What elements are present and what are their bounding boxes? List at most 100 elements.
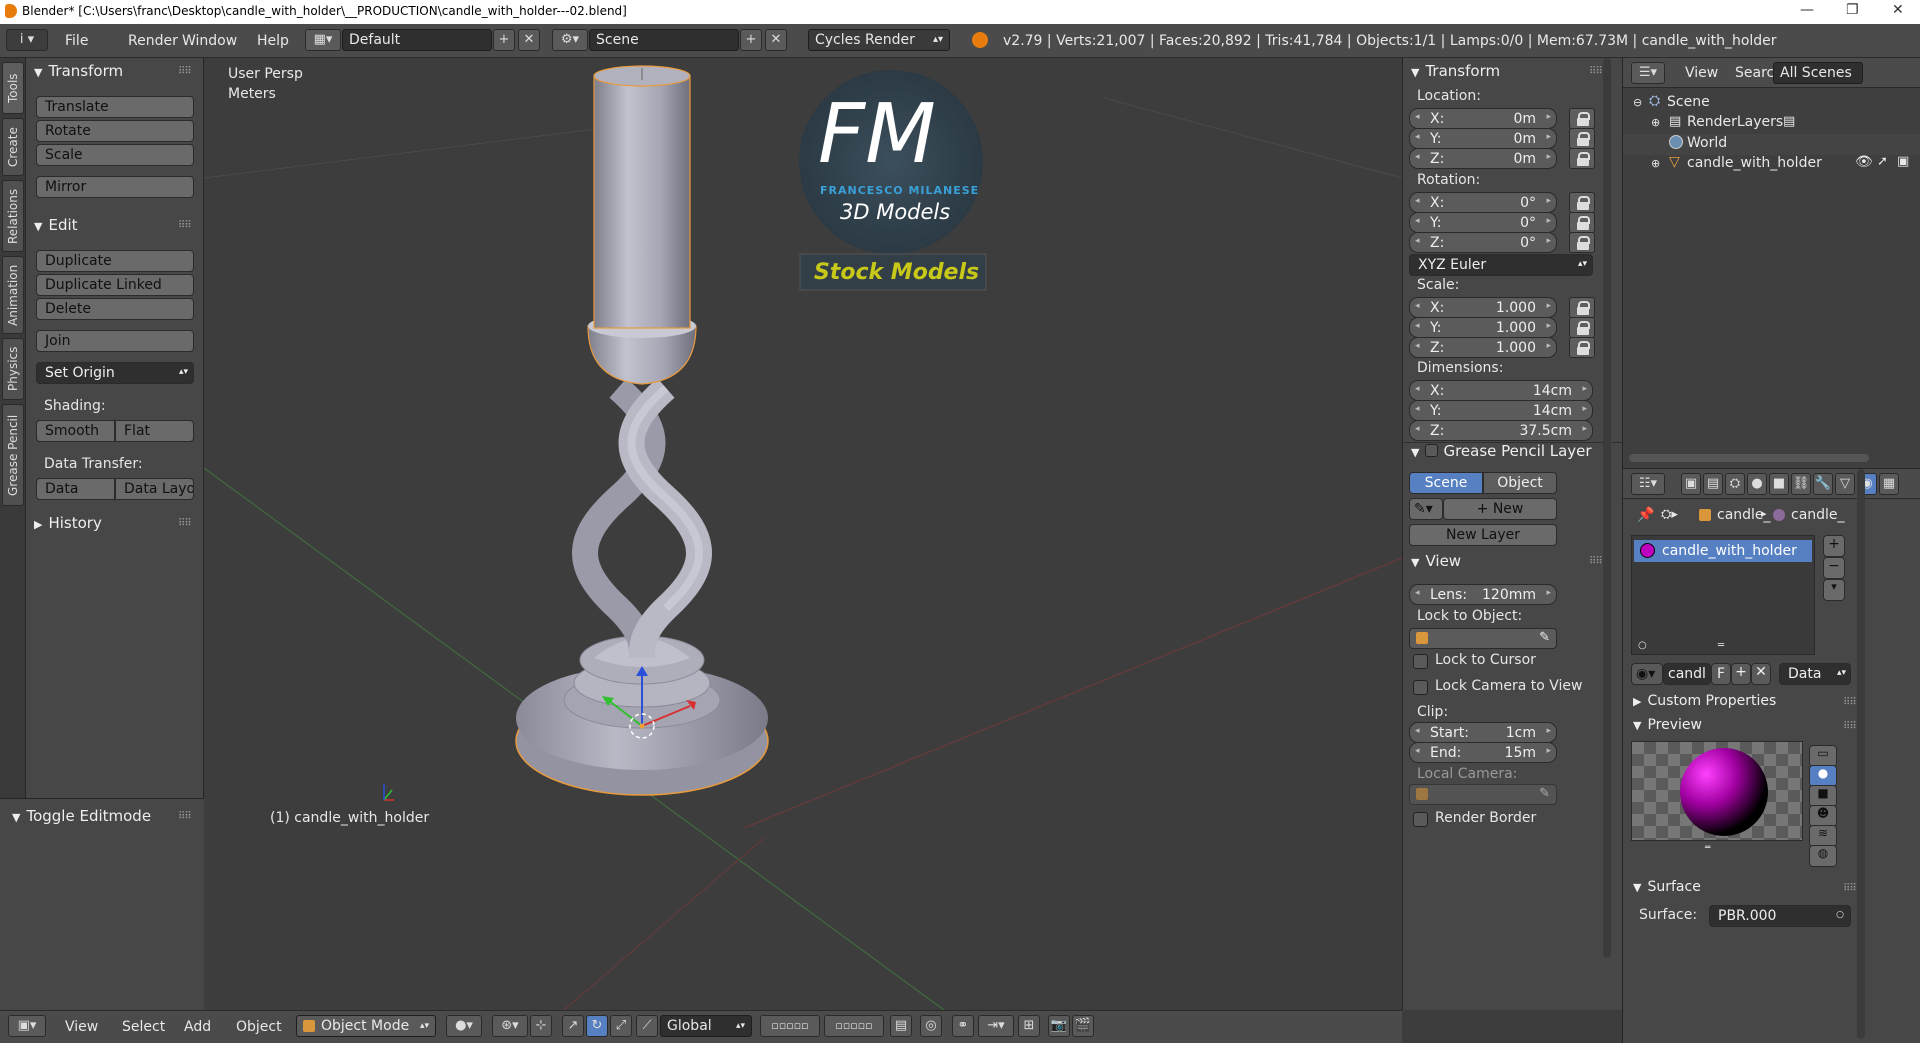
panel-grip-icon[interactable]: ⠿⠿: [178, 518, 192, 529]
outliner-scrollbar[interactable]: [1629, 454, 1869, 462]
preview-monkey-icon[interactable]: ☻: [1809, 805, 1837, 827]
grease-pencil-layer-header[interactable]: ▼ Grease Pencil Layer: [1411, 442, 1592, 460]
maximize-button[interactable]: ❐: [1846, 2, 1859, 18]
eyedropper-icon[interactable]: ✎: [1539, 630, 1550, 645]
join-button[interactable]: Join: [36, 330, 194, 352]
outliner-editor-icon[interactable]: ☰▾: [1631, 62, 1665, 84]
menu-file[interactable]: File: [65, 33, 88, 49]
menu-window[interactable]: Window: [182, 33, 237, 49]
data-transfer-button[interactable]: Data: [36, 478, 115, 500]
scale-button[interactable]: Scale: [36, 144, 194, 166]
menu-select[interactable]: Select: [122, 1019, 165, 1035]
add-slot-button[interactable]: +: [1823, 535, 1845, 557]
screen-layout-icon[interactable]: ▦▾: [305, 29, 341, 51]
proportional-editing-icon[interactable]: ◎: [920, 1015, 942, 1037]
lock-icon[interactable]: [1569, 108, 1595, 129]
material-slot-item[interactable]: candle_with_holder: [1634, 540, 1812, 562]
selectable-cursor-icon[interactable]: ➚: [1877, 154, 1888, 169]
lock-icon[interactable]: [1569, 337, 1595, 358]
preview-hair-icon[interactable]: ≋: [1809, 825, 1837, 847]
snap-toggle-icon[interactable]: ⚭: [952, 1015, 974, 1037]
viewport-scene[interactable]: [204, 58, 1402, 1010]
snap-target-icon[interactable]: ⊞: [1018, 1015, 1040, 1037]
lock-icon[interactable]: [1569, 128, 1595, 149]
flat-button[interactable]: Flat: [115, 420, 194, 442]
render-opengl-icon[interactable]: 📷: [1048, 1015, 1070, 1037]
menu-view[interactable]: View: [65, 1019, 98, 1035]
remove-scene-icon[interactable]: ✕: [765, 29, 787, 51]
clip-start-field[interactable]: ◂ Start: 1cm ▸: [1409, 722, 1557, 743]
duplicate-linked-button[interactable]: Duplicate Linked: [36, 274, 194, 296]
grease-object-tab[interactable]: Object: [1483, 472, 1557, 494]
tab-relations[interactable]: Relations: [2, 180, 24, 252]
dimensions-z-field[interactable]: ◂ Z: 37.5cm ▸: [1409, 420, 1593, 441]
menu-render[interactable]: Render: [128, 33, 178, 49]
expand-icon[interactable]: ⊕: [1651, 116, 1660, 129]
toggle-editmode-header[interactable]: ▼ Toggle Editmode: [12, 807, 151, 825]
new-grease-button[interactable]: + New: [1443, 498, 1557, 520]
rotation-x-field[interactable]: ◂ X: 0° ▸: [1409, 192, 1557, 213]
list-resize-icon[interactable]: ═: [1718, 640, 1724, 651]
dimensions-y-field[interactable]: ◂ Y: 14cm ▸: [1409, 400, 1593, 421]
render-camera-icon[interactable]: ▣: [1897, 154, 1909, 169]
mirror-button[interactable]: Mirror: [36, 176, 194, 198]
preview-sky-icon[interactable]: ◍: [1809, 845, 1837, 867]
lock-object-field[interactable]: ✎: [1409, 628, 1557, 649]
lock-icon[interactable]: [1569, 297, 1595, 318]
minimize-button[interactable]: —: [1800, 2, 1814, 18]
render-layers-tab-icon[interactable]: ▤: [1703, 473, 1723, 495]
render-tab-icon[interactable]: ▣: [1681, 473, 1701, 495]
rotation-y-field[interactable]: ◂ Y: 0° ▸: [1409, 212, 1557, 233]
object-tab-icon[interactable]: ■: [1769, 473, 1789, 495]
add-scene-icon[interactable]: +: [740, 29, 762, 51]
smooth-button[interactable]: Smooth: [36, 420, 115, 442]
outliner-item-scene[interactable]: Scene: [1667, 94, 1710, 110]
panel-grip-icon[interactable]: ⠿⠿: [1843, 697, 1857, 708]
preview-sphere-icon[interactable]: ●: [1809, 765, 1837, 787]
texture-tab-icon[interactable]: ▦: [1879, 473, 1899, 495]
panel-grip-icon[interactable]: ⠿⠿: [1843, 721, 1857, 732]
grease-pencil-checkbox[interactable]: [1425, 444, 1439, 457]
browse-material-icon[interactable]: ◉▾: [1631, 663, 1663, 685]
clip-end-field[interactable]: ◂ End: 15m ▸: [1409, 742, 1557, 763]
outliner-item-renderlayers[interactable]: RenderLayers: [1687, 114, 1783, 130]
link-mode-dropdown[interactable]: Data ▴▾: [1779, 663, 1851, 685]
location-z-field[interactable]: ◂ Z: 0m ▸: [1409, 148, 1557, 169]
menu-object[interactable]: Object: [236, 1019, 282, 1035]
mode-dropdown[interactable]: Object Mode ▴▾: [296, 1015, 436, 1037]
location-y-field[interactable]: ◂ Y: 0m ▸: [1409, 128, 1557, 149]
menu-add[interactable]: Add: [184, 1019, 211, 1035]
npanel-scrollbar[interactable]: [1603, 58, 1611, 958]
outliner-item-candle[interactable]: candle_with_holder: [1687, 155, 1822, 171]
tab-tools[interactable]: Tools: [2, 62, 24, 114]
render-animation-icon[interactable]: 🎬: [1072, 1015, 1094, 1037]
lock-camera-checkbox[interactable]: [1413, 680, 1428, 695]
lock-icon[interactable]: [1569, 148, 1595, 169]
scale-manipulator-icon[interactable]: ⤢: [610, 1015, 632, 1037]
editor-type-3d-icon[interactable]: ▣▾: [8, 1015, 46, 1037]
history-panel-header[interactable]: ▶ History: [34, 514, 102, 532]
local-camera-field[interactable]: ✎: [1409, 784, 1557, 805]
screen-layout-dropdown[interactable]: Default: [342, 29, 492, 51]
panel-grip-icon[interactable]: ⠿⠿: [1589, 556, 1603, 567]
tab-create[interactable]: Create: [2, 118, 24, 176]
transform-panel-header[interactable]: ▼ Transform: [34, 62, 123, 80]
fake-user-button[interactable]: F: [1711, 663, 1731, 685]
translate-button[interactable]: Translate: [36, 96, 194, 118]
view-panel-header[interactable]: ▼ View: [1411, 552, 1461, 570]
preview-cube-icon[interactable]: ■: [1809, 785, 1837, 807]
panel-grip-icon[interactable]: ⠿⠿: [1589, 66, 1603, 77]
rotation-mode-dropdown[interactable]: XYZ Euler ▴▾: [1409, 254, 1593, 276]
delete-button[interactable]: Delete: [36, 298, 194, 320]
lock-icon[interactable]: [1569, 192, 1595, 213]
transform-header[interactable]: ▼ Transform: [1411, 62, 1500, 80]
pivot-point-icon[interactable]: ⊛▾: [492, 1015, 528, 1037]
duplicate-button[interactable]: Duplicate: [36, 250, 194, 272]
rotation-z-field[interactable]: ◂ Z: 0° ▸: [1409, 232, 1557, 253]
scale-x-field[interactable]: ◂ X: 1.000 ▸: [1409, 297, 1557, 318]
tab-grease-pencil[interactable]: Grease Pencil: [2, 404, 24, 506]
render-border-checkbox[interactable]: [1413, 812, 1428, 827]
scene-icon[interactable]: ⚙▾: [552, 29, 588, 51]
remove-slot-button[interactable]: −: [1823, 557, 1845, 579]
properties-editor-icon[interactable]: ☷▾: [1631, 473, 1665, 495]
